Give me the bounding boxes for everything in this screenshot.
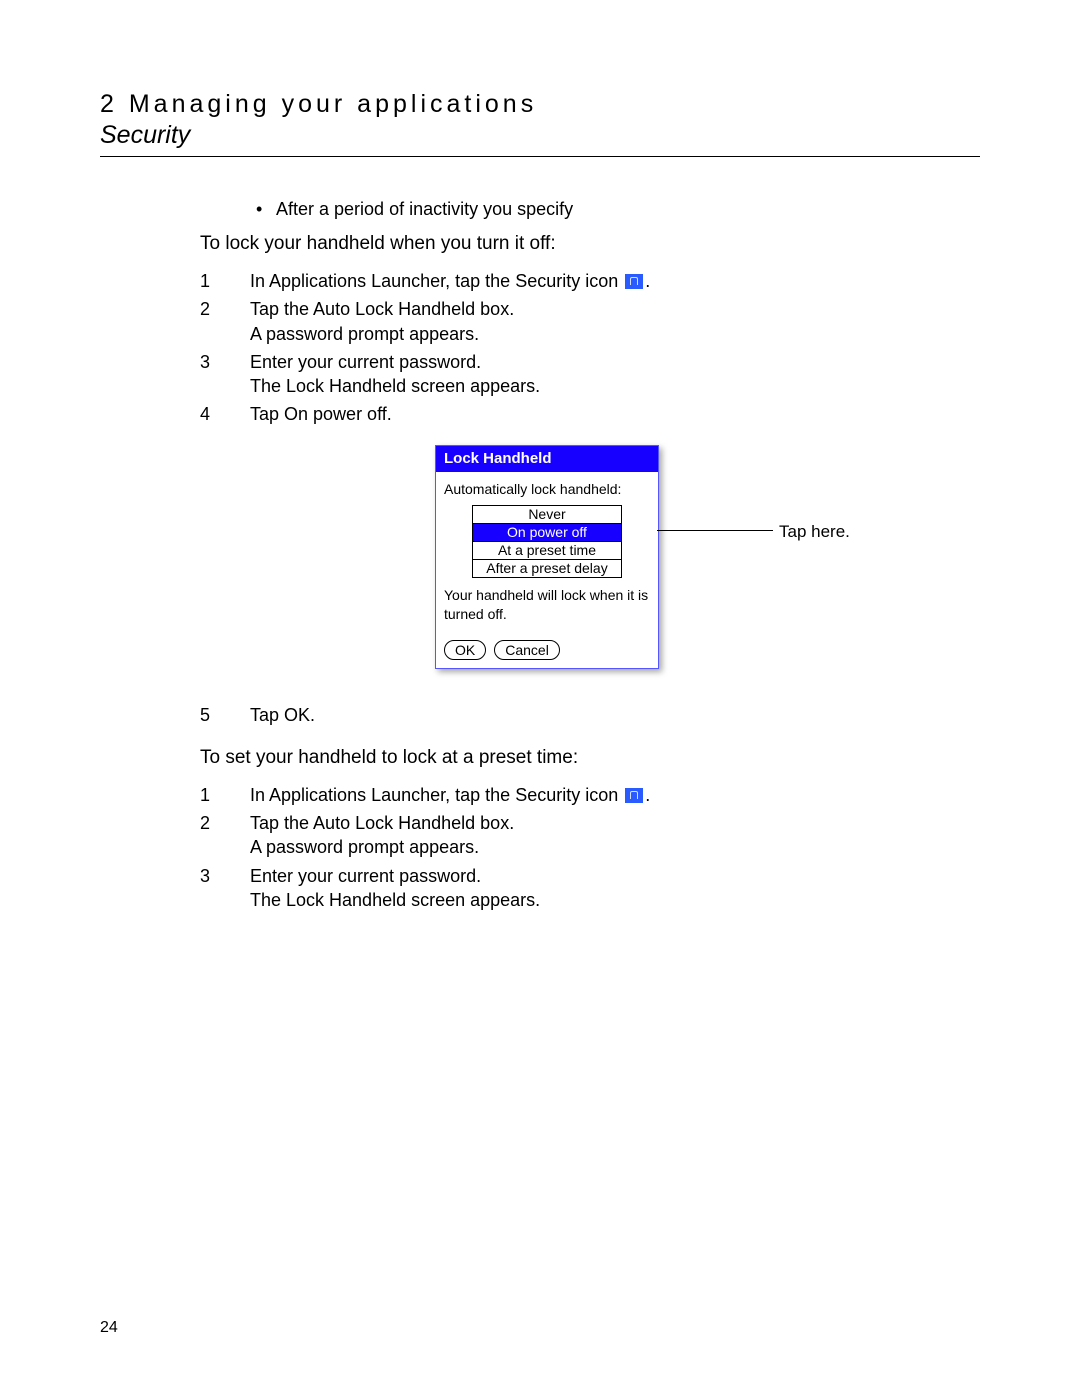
security-icon [625, 274, 643, 289]
step: 5 Tap OK. [200, 703, 980, 727]
step-number: 5 [200, 703, 222, 727]
step-text: Enter your current password. The Lock Ha… [250, 350, 980, 399]
subhead-lock-on-off: To lock your handheld when you turn it o… [200, 231, 980, 257]
step: 2 Tap the Auto Lock Handheld box. A pass… [200, 297, 980, 346]
step-number: 1 [200, 269, 222, 293]
option-never[interactable]: Never [473, 505, 622, 523]
step: 2 Tap the Auto Lock Handheld box. A pass… [200, 811, 980, 860]
step-text: Tap On power off. [250, 402, 980, 426]
dialog-description: Your handheld will lock when it is turne… [444, 586, 650, 624]
option-preset-delay[interactable]: After a preset delay [473, 559, 622, 577]
page-number: 24 [100, 1319, 118, 1337]
steps-preset-time: 1 In Applications Launcher, tap the Secu… [200, 783, 980, 912]
subhead-preset-time: To set your handheld to lock at a preset… [200, 745, 980, 771]
step-text: Tap the Auto Lock Handheld box. A passwo… [250, 811, 980, 860]
step-number: 3 [200, 350, 222, 399]
callout-label: Tap here. [779, 521, 850, 544]
bullet-item: • After a period of inactivity you speci… [256, 197, 980, 221]
option-preset-time[interactable]: At a preset time [473, 541, 622, 559]
step-number: 3 [200, 864, 222, 913]
step-text: Enter your current password. The Lock Ha… [250, 864, 980, 913]
step-number: 4 [200, 402, 222, 426]
step: 4 Tap On power off. [200, 402, 980, 426]
step-text: Tap the Auto Lock Handheld box. A passwo… [250, 297, 980, 346]
step: 1 In Applications Launcher, tap the Secu… [200, 783, 980, 807]
steps-after-dialog: 5 Tap OK. [200, 703, 980, 727]
steps-lock-on-off: 1 In Applications Launcher, tap the Secu… [200, 269, 980, 427]
step: 3 Enter your current password. The Lock … [200, 350, 980, 399]
bullet-dot: • [256, 197, 262, 221]
callout-line [657, 530, 773, 531]
chapter-title: 2 Managing your applications [100, 90, 980, 119]
dialog-title: Lock Handheld [436, 446, 658, 472]
step-text: In Applications Launcher, tap the Securi… [250, 783, 980, 807]
dialog-buttons: OK Cancel [444, 640, 650, 660]
lock-options: Never On power off At a preset time Afte… [472, 505, 622, 578]
step-number: 1 [200, 783, 222, 807]
step-text: Tap OK. [250, 703, 980, 727]
security-icon [625, 788, 643, 803]
body: • After a period of inactivity you speci… [200, 197, 980, 912]
bullet-text: After a period of inactivity you specify [276, 197, 573, 221]
step: 1 In Applications Launcher, tap the Secu… [200, 269, 980, 293]
dialog-figure: Lock Handheld Automatically lock handhel… [435, 445, 980, 691]
step-text: In Applications Launcher, tap the Securi… [250, 269, 980, 293]
step-number: 2 [200, 811, 222, 860]
section-title: Security [100, 121, 980, 150]
dialog-prompt: Automatically lock handheld: [444, 480, 650, 499]
step: 3 Enter your current password. The Lock … [200, 864, 980, 913]
step-number: 2 [200, 297, 222, 346]
cancel-button[interactable]: Cancel [494, 640, 560, 660]
option-on-power-off[interactable]: On power off [473, 523, 622, 541]
lock-handheld-dialog: Lock Handheld Automatically lock handhel… [435, 445, 659, 669]
header-rule [100, 156, 980, 157]
page: 2 Managing your applications Security • … [0, 0, 1080, 1397]
ok-button[interactable]: OK [444, 640, 486, 660]
dialog-body: Automatically lock handheld: Never On po… [436, 472, 658, 668]
